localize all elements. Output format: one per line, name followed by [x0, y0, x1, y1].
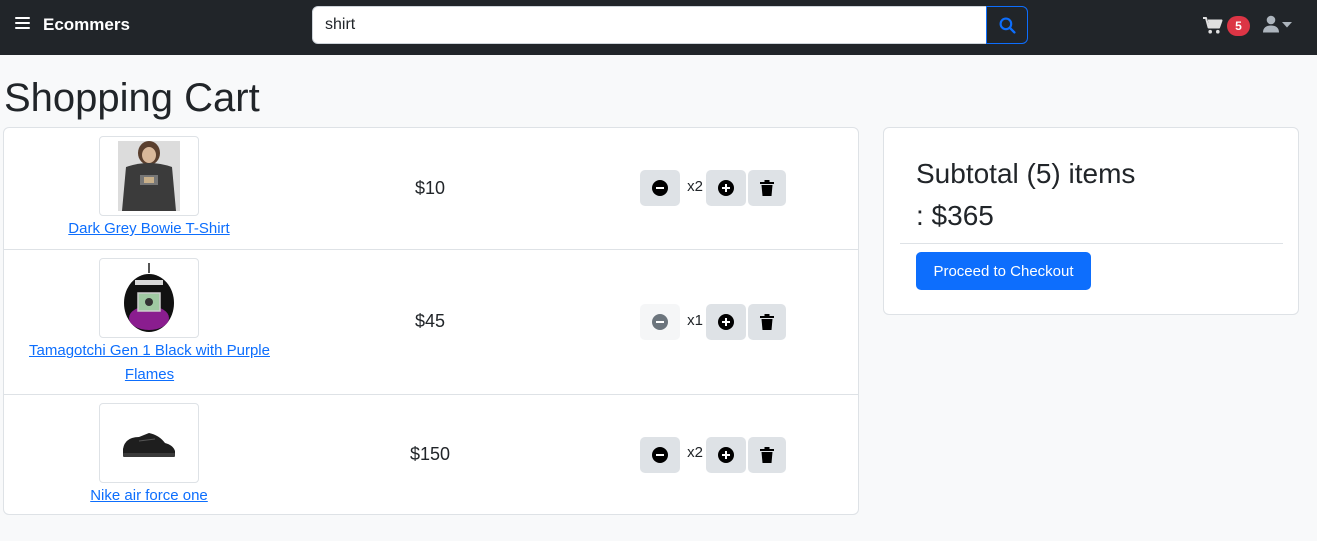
cart-link[interactable]: 5 [1203, 14, 1251, 38]
plus-circle-icon [718, 314, 734, 330]
sneaker-photo [119, 423, 179, 463]
product-name-link[interactable]: Nike air force one [4, 484, 294, 508]
shopping-cart-icon [1203, 17, 1223, 34]
menu-icon[interactable] [15, 17, 30, 31]
product-image[interactable] [99, 258, 199, 338]
product-image[interactable] [99, 403, 199, 483]
cart-items-list: Dark Grey Bowie T-Shirt $10 x2 Tamagotch [3, 127, 859, 515]
search-input[interactable] [312, 6, 987, 44]
decrease-quantity-button[interactable] [640, 170, 680, 206]
quantity-value: x2 [687, 444, 703, 461]
decrease-quantity-button[interactable] [640, 437, 680, 473]
search-icon [999, 17, 1016, 34]
cart-item-row: Nike air force one $150 x2 [4, 394, 858, 514]
increase-quantity-button[interactable] [706, 437, 746, 473]
brand-logo[interactable]: Ecommers [43, 15, 130, 35]
product-name-link[interactable]: Dark Grey Bowie T-Shirt [4, 217, 294, 241]
search-button[interactable] [986, 6, 1028, 44]
navbar: Ecommers 5 [0, 0, 1317, 55]
minus-circle-icon [652, 447, 668, 463]
subtotal-heading: Subtotal (5) items : $365 [916, 153, 1135, 237]
increase-quantity-button[interactable] [706, 304, 746, 340]
subtotal-amount: : $365 [916, 200, 994, 231]
product-price: $150 [409, 444, 451, 464]
user-menu-dropdown[interactable] [1262, 15, 1294, 35]
quantity-value: x2 [687, 178, 703, 195]
product-name-link[interactable]: Tamagotchi Gen 1 Black with Purple Flame… [12, 339, 287, 387]
tamagotchi-photo [121, 263, 177, 333]
divider [900, 243, 1283, 244]
plus-circle-icon [718, 447, 734, 463]
minus-circle-icon [652, 314, 668, 330]
decrease-quantity-button[interactable] [640, 304, 680, 340]
product-price: $10 [414, 178, 446, 198]
plus-circle-icon [718, 180, 734, 196]
product-image[interactable] [99, 136, 199, 216]
cart-item-row: Tamagotchi Gen 1 Black with Purple Flame… [4, 249, 858, 394]
page-title: Shopping Cart [4, 76, 260, 120]
quantity-value: x1 [687, 312, 703, 329]
proceed-to-checkout-button[interactable]: Proceed to Checkout [916, 252, 1091, 290]
increase-quantity-button[interactable] [706, 170, 746, 206]
product-price: $45 [414, 311, 446, 331]
chevron-down-icon [1282, 22, 1292, 28]
remove-item-button[interactable] [748, 437, 786, 473]
trash-icon [760, 314, 774, 330]
remove-item-button[interactable] [748, 304, 786, 340]
trash-icon [760, 447, 774, 463]
t-shirt-photo [118, 141, 180, 211]
minus-circle-icon [652, 180, 668, 196]
trash-icon [760, 180, 774, 196]
remove-item-button[interactable] [748, 170, 786, 206]
subtotal-label: Subtotal (5) items [916, 158, 1136, 189]
cart-count-badge: 5 [1227, 16, 1250, 36]
order-summary-card: Subtotal (5) items : $365 Proceed to Che… [883, 127, 1299, 315]
cart-item-row: Dark Grey Bowie T-Shirt $10 x2 [4, 128, 858, 249]
user-icon [1263, 15, 1279, 33]
